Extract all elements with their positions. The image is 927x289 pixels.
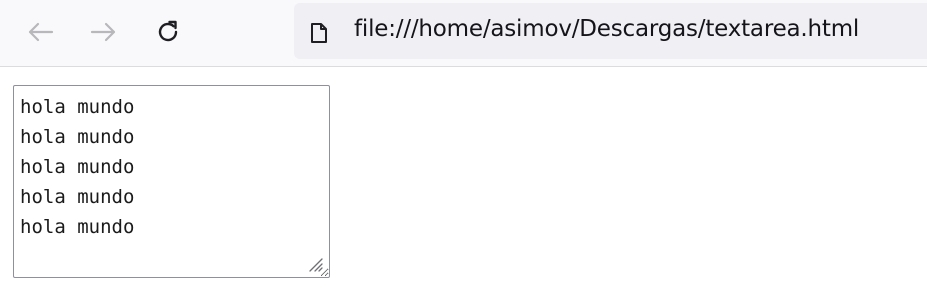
browser-toolbar: file:///home/asimov/Descargas/textarea.h…: [0, 0, 927, 67]
reload-icon: [155, 19, 181, 45]
text-area[interactable]: [13, 85, 330, 278]
forward-button[interactable]: [86, 14, 122, 50]
url-text: file:///home/asimov/Descargas/textarea.h…: [354, 16, 860, 42]
arrow-right-icon: [90, 21, 118, 43]
arrow-left-icon: [26, 21, 54, 43]
page-icon: [310, 22, 328, 48]
reload-button[interactable]: [150, 14, 186, 50]
back-button[interactable]: [22, 14, 58, 50]
url-bar[interactable]: file:///home/asimov/Descargas/textarea.h…: [294, 3, 927, 59]
page-content: [0, 67, 927, 289]
